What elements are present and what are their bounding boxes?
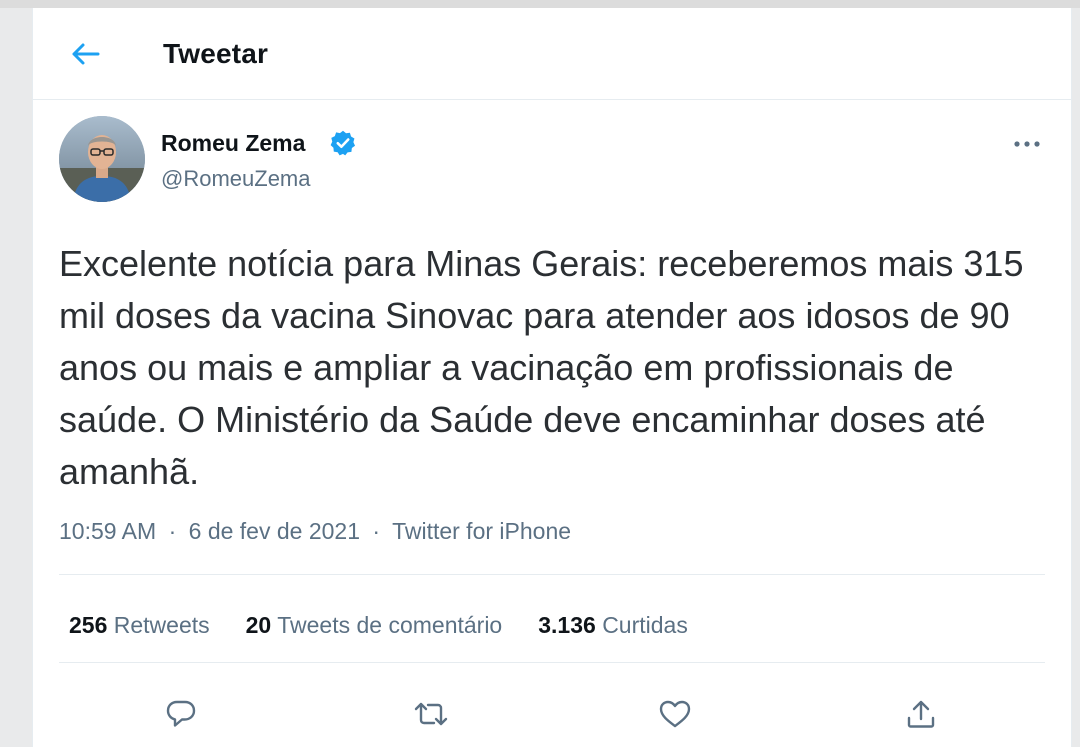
author-name[interactable]: Romeu Zema [161,130,305,157]
retweets-stat[interactable]: 256 Retweets [69,612,210,639]
quote-tweets-stat[interactable]: 20 Tweets de comentário [246,612,503,639]
page-header: Tweetar [33,8,1071,100]
tweet-text: Excelente notícia para Minas Gerais: rec… [59,243,1024,492]
retweet-icon [414,702,448,726]
meta-separator: · [372,518,381,544]
retweet-button[interactable] [409,692,453,736]
retweets-count: 256 [69,612,108,638]
divider [59,574,1045,575]
arrow-left-icon [72,43,100,65]
likes-count: 3.136 [538,612,596,638]
likes-stat[interactable]: 3.136 Curtidas [538,612,688,639]
more-dots-icon [1014,141,1040,147]
like-button[interactable] [653,692,697,736]
like-icon [659,700,691,728]
verified-badge-icon [330,130,356,156]
meta-separator: · [168,518,177,544]
page-title: Tweetar [163,38,269,69]
tweet-source[interactable]: Twitter for iPhone [392,518,571,544]
back-button[interactable] [65,36,105,72]
share-button[interactable] [899,692,943,736]
profile-photo [59,116,145,202]
reply-button[interactable] [159,692,203,736]
tweet-panel: Tweetar Romeu Zema @RomeuZema Excelente … [32,8,1072,747]
retweets-label: Retweets [113,612,210,638]
likes-label: Curtidas [602,612,688,638]
tweet-actions [33,688,1071,740]
more-options-button[interactable] [1009,132,1045,156]
avatar[interactable] [59,116,145,202]
quote-tweets-count: 20 [245,612,272,638]
divider [59,662,1045,663]
reply-icon [166,700,196,727]
tweet-stats: 256 Retweets 20 Tweets de comentário 3.1… [69,612,688,639]
window-top-strip [0,0,1080,8]
quote-tweets-label: Tweets de comentário [277,612,503,638]
author-handle[interactable]: @RomeuZema [161,166,311,192]
share-icon [907,700,935,728]
tweet-time[interactable]: 10:59 AM [59,518,156,544]
tweet-meta: 10:59 AM · 6 de fev de 2021 · Twitter fo… [59,518,571,545]
tweet-date[interactable]: 6 de fev de 2021 [189,518,360,544]
